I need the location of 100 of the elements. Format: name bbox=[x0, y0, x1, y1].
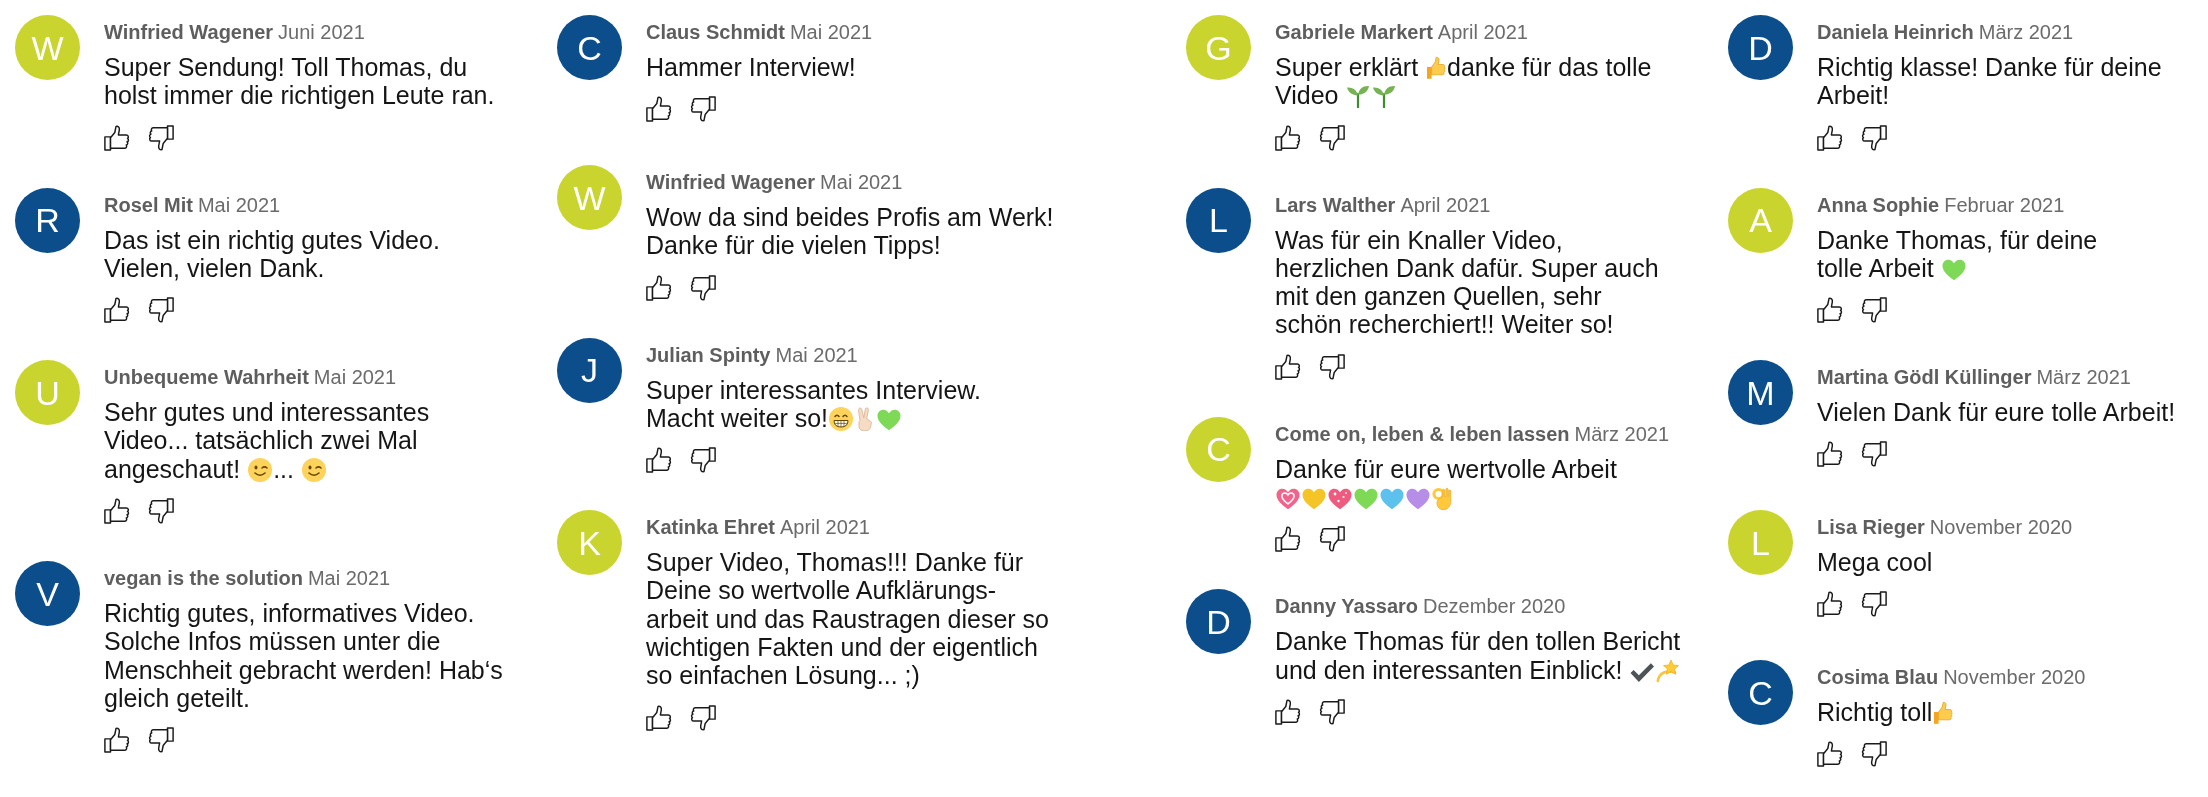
avatar: D bbox=[1186, 589, 1251, 655]
winking-face-emoji-icon bbox=[301, 457, 326, 482]
comment-text: Richtig klasse! Danke für deine Arbeit! bbox=[1817, 53, 2162, 110]
author-name: Gabriele Markert bbox=[1275, 21, 1433, 43]
comment-date: Mai 2021 bbox=[307, 567, 391, 590]
comment-date: März 2021 bbox=[1574, 422, 1670, 445]
thumbs-up-icon[interactable] bbox=[1817, 297, 1844, 324]
thumbs-down-icon[interactable] bbox=[1860, 591, 1887, 618]
avatar: R bbox=[15, 187, 80, 253]
thumbs-down-icon[interactable] bbox=[1318, 353, 1345, 380]
comment-text: Danke für eure wertvolle Arbeit bbox=[1275, 454, 1670, 512]
thumbs-up-icon[interactable] bbox=[1817, 741, 1844, 768]
thumbs-down-icon[interactable] bbox=[689, 447, 716, 474]
thumbs-up-icon[interactable] bbox=[646, 704, 673, 731]
thumbs-up-icon[interactable] bbox=[646, 96, 673, 123]
thumbs-up-icon[interactable] bbox=[1817, 591, 1844, 618]
comment-date: März 2021 bbox=[1978, 21, 2074, 43]
avatar: C bbox=[1186, 416, 1251, 482]
thumbs-up-icon[interactable] bbox=[104, 498, 131, 525]
thumbs-down-icon[interactable] bbox=[147, 727, 174, 754]
thumbs-down-icon[interactable] bbox=[689, 96, 716, 123]
thumbs-up-icon[interactable] bbox=[646, 274, 673, 301]
comment-date: Mai 2021 bbox=[775, 343, 858, 366]
comment-text: Richtig toll bbox=[1817, 698, 2086, 727]
comment-date: November 2020 bbox=[1943, 666, 2086, 689]
thumbs-down-icon[interactable] bbox=[1318, 698, 1345, 725]
author-name: Cosima Blau bbox=[1817, 666, 1939, 689]
avatar: J bbox=[557, 337, 622, 403]
check-mark-emoji-icon bbox=[1630, 662, 1655, 683]
thumbs-up-icon[interactable] bbox=[1275, 124, 1302, 151]
thumbs-down-icon[interactable] bbox=[147, 124, 174, 151]
thumbs-up-icon[interactable] bbox=[646, 447, 673, 474]
sprout-emoji-icon bbox=[1372, 84, 1397, 109]
author-name: Lars Walther bbox=[1275, 193, 1396, 216]
thumbs-up-icon[interactable] bbox=[1817, 441, 1844, 468]
thumbs-up-icon[interactable] bbox=[1275, 526, 1302, 553]
thumbs-down-icon[interactable] bbox=[147, 297, 174, 324]
author-name: Rosel Mit bbox=[104, 193, 193, 216]
author-name: Come on, leben & leben lassen bbox=[1275, 422, 1570, 445]
thumbs-down-icon[interactable] bbox=[1318, 124, 1345, 151]
avatar: V bbox=[15, 561, 80, 627]
author-name: vegan is the solution bbox=[104, 567, 303, 590]
comment-text: Danke Thomas für den tollen Bericht und den interessanten Einblick! bbox=[1275, 627, 1682, 684]
avatar: G bbox=[1186, 15, 1251, 80]
thumbs-up-icon[interactable] bbox=[104, 297, 131, 324]
author-name: Daniela Heinrich bbox=[1817, 21, 1974, 43]
avatar: W bbox=[15, 15, 80, 80]
thumbs-down-icon[interactable] bbox=[1860, 124, 1887, 151]
comment-text: Sehr gutes und interessantes Video... tatsächlich zwei Mal angeschaut! ... bbox=[104, 398, 430, 484]
winking-face-emoji-icon bbox=[248, 457, 273, 482]
ok-hand-emoji-icon bbox=[1432, 486, 1452, 511]
comment-date: April 2021 bbox=[1400, 193, 1491, 216]
thumbs-up-emoji-icon bbox=[1426, 56, 1447, 80]
author-name: Claus Schmidt bbox=[646, 21, 785, 43]
thumbs-down-icon[interactable] bbox=[1860, 741, 1887, 768]
comment-text: Super erklärt danke für das tolle Video bbox=[1275, 53, 1652, 110]
avatar: K bbox=[557, 510, 622, 576]
thumbs-down-icon[interactable] bbox=[147, 498, 174, 525]
comment-date: Februar 2021 bbox=[1944, 193, 2065, 216]
avatar: D bbox=[1728, 15, 1793, 80]
star-emoji-icon bbox=[1656, 658, 1681, 683]
comment-text: Hammer Interview! bbox=[646, 53, 857, 82]
avatar: W bbox=[557, 165, 622, 230]
thumbs-up-icon[interactable] bbox=[104, 124, 131, 151]
comment-date: Mai 2021 bbox=[313, 366, 397, 389]
comment-date: April 2021 bbox=[779, 516, 870, 539]
thumbs-up-icon[interactable] bbox=[104, 727, 131, 754]
comment-text: Danke Thomas, für deine tolle Arbeit bbox=[1817, 225, 2098, 283]
avatar: U bbox=[15, 360, 80, 426]
avatar: C bbox=[1728, 660, 1793, 726]
thumbs-up-icon[interactable] bbox=[1275, 698, 1302, 725]
comment-date: April 2021 bbox=[1437, 21, 1528, 43]
thumbs-down-icon[interactable] bbox=[689, 704, 716, 731]
thumbs-down-icon[interactable] bbox=[1318, 526, 1345, 553]
author-name: Martina Gödl Küllinger bbox=[1817, 366, 2032, 389]
author-name: Unbequeme Wahrheit bbox=[104, 366, 309, 389]
thumbs-down-icon[interactable] bbox=[1860, 297, 1887, 324]
comment-date: Dezember 2020 bbox=[1423, 595, 1566, 618]
avatar: L bbox=[1728, 510, 1793, 576]
comment-date: Juni 2021 bbox=[278, 21, 365, 43]
comment-text: Super Sendung! Toll Thomas, du holst immer die richtigen Leute ran. bbox=[104, 53, 495, 110]
thumbs-up-icon[interactable] bbox=[1275, 353, 1302, 380]
avatar: C bbox=[557, 15, 622, 80]
author-name: Danny Yassaro bbox=[1275, 595, 1419, 618]
comment-text: Mega cool bbox=[1817, 548, 1934, 577]
author-name: Anna Sophie bbox=[1817, 193, 1940, 216]
thumbs-down-icon[interactable] bbox=[1860, 441, 1887, 468]
grinning-face-emoji-icon bbox=[829, 406, 853, 431]
comment-date: Mai 2021 bbox=[789, 21, 873, 43]
comment-date: März 2021 bbox=[2036, 366, 2131, 389]
thumbs-up-emoji-icon bbox=[1933, 701, 1954, 726]
author-name: Winfried Wagener bbox=[104, 21, 274, 43]
thumbs-up-icon[interactable] bbox=[1817, 124, 1844, 151]
thumbs-down-icon[interactable] bbox=[689, 274, 716, 301]
comment-text: Vielen Dank für eure tolle Arbeit! bbox=[1817, 398, 2176, 427]
comment-date: November 2020 bbox=[1929, 516, 2073, 539]
avatar: A bbox=[1728, 187, 1793, 253]
avatar: L bbox=[1186, 187, 1251, 253]
comment-date: Mai 2021 bbox=[197, 193, 281, 216]
comment-text: Was für ein Knaller Video, herzlichen Dank dafür. Super auch mit den ganzen Quellen, sehr schön recherchiert!! Weiter so! bbox=[1275, 225, 1659, 339]
